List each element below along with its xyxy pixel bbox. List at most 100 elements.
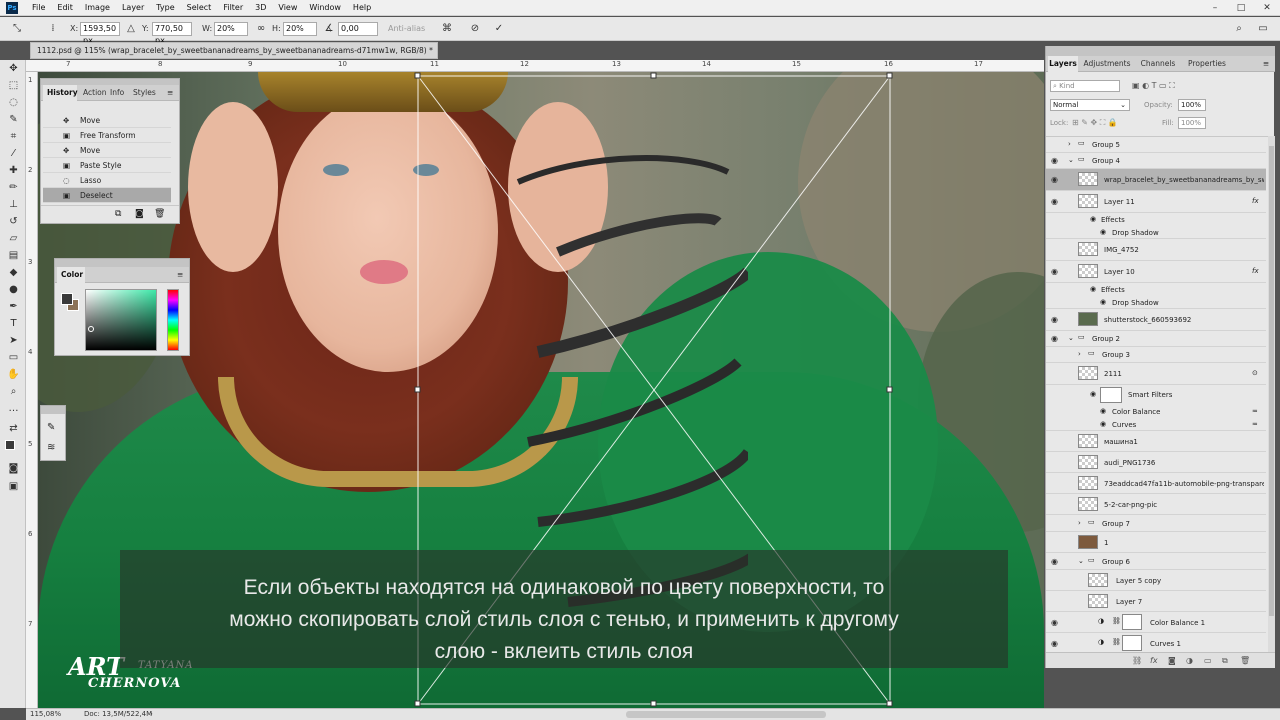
cancel-transform-icon[interactable]: ⊘: [468, 22, 482, 36]
menu-layer[interactable]: Layer: [116, 0, 150, 16]
quick-select-tool-icon[interactable]: ✎: [6, 113, 21, 127]
layer-row[interactable]: ◉ shutterstock_660593692: [1046, 309, 1266, 331]
adjustment-layer-icon[interactable]: ◑: [1186, 656, 1193, 665]
eye-icon[interactable]: ◉: [1051, 618, 1058, 627]
eye-icon[interactable]: ◉: [1051, 557, 1058, 566]
eye-icon[interactable]: ◉: [1051, 639, 1058, 648]
link-icon[interactable]: ∞: [254, 22, 268, 36]
snapshot-icon[interactable]: ◙: [135, 209, 144, 219]
brush-settings-icon[interactable]: ≋: [47, 442, 55, 453]
brush-icon[interactable]: ✎: [47, 422, 55, 433]
width-input[interactable]: 20%: [214, 22, 248, 36]
foreground-color-swatch[interactable]: [5, 440, 15, 450]
gradient-tool-icon[interactable]: ▤: [6, 249, 21, 263]
chevron-down-icon[interactable]: ⌄: [1078, 557, 1084, 565]
kind-filter[interactable]: ⌕ Kind: [1050, 80, 1120, 92]
layer-row[interactable]: ◉ ⌄ ▭ Group 6: [1046, 553, 1266, 570]
menu-type[interactable]: Type: [150, 0, 180, 16]
reference-point-icon[interactable]: ⁞: [46, 22, 60, 36]
layer-row[interactable]: IMG_4752: [1046, 239, 1266, 261]
history-brush-tool-icon[interactable]: ↺: [6, 215, 21, 229]
history-item[interactable]: ▣ Paste Style: [43, 158, 171, 173]
eye-icon[interactable]: ◉: [1100, 407, 1106, 415]
history-item[interactable]: ▣ Free Transform: [43, 128, 171, 143]
eye-icon[interactable]: ◉: [1051, 197, 1058, 206]
menu-filter[interactable]: Filter: [217, 0, 249, 16]
zoom-tool-icon[interactable]: ⌕: [6, 385, 21, 399]
lasso-tool-icon[interactable]: ◌: [6, 96, 21, 110]
eye-icon[interactable]: ◉: [1090, 390, 1096, 398]
search-icon[interactable]: ⌕: [1232, 22, 1246, 36]
new-group-icon[interactable]: ▭: [1204, 656, 1212, 665]
more-tools-icon[interactable]: …: [6, 402, 21, 416]
eye-icon[interactable]: ◉: [1100, 228, 1106, 236]
fx-badge[interactable]: fx: [1252, 197, 1259, 205]
layer-row[interactable]: ◉ Layer 11 fx: [1046, 191, 1266, 213]
blur-tool-icon[interactable]: ◆: [6, 266, 21, 280]
layer-row[interactable]: ◉ ◑ ⛓ Color Balance 1: [1046, 612, 1266, 633]
filter-icons[interactable]: ▣ ◐ T ▭ ⛶: [1132, 81, 1175, 91]
fill-input[interactable]: 100%: [1178, 117, 1206, 129]
clone-stamp-tool-icon[interactable]: ⊥: [6, 198, 21, 212]
lock-icons[interactable]: ⊞ ✎ ✥ ⛶ 🔒: [1072, 118, 1118, 128]
commit-transform-icon[interactable]: ✓: [492, 22, 506, 36]
effect-row[interactable]: ◉ Drop Shadow: [1046, 296, 1266, 309]
menu-3d[interactable]: 3D: [249, 0, 272, 16]
layer-row[interactable]: Layer 7: [1046, 591, 1266, 612]
tab-info[interactable]: Info: [110, 85, 130, 101]
effects-row[interactable]: ◉ Effects: [1046, 213, 1266, 226]
layer-row[interactable]: › ▭ Group 5: [1046, 137, 1266, 153]
menu-window[interactable]: Window: [303, 0, 347, 16]
eye-icon[interactable]: ◉: [1051, 334, 1058, 343]
brush-tool-icon[interactable]: ✏: [6, 181, 21, 195]
effects-row[interactable]: ◉ Effects: [1046, 283, 1266, 296]
layer-row[interactable]: ◉ Layer 10 fx: [1046, 261, 1266, 283]
layer-row[interactable]: 73eaddcad47fa11b-automobile-png-transpar…: [1046, 473, 1266, 494]
horizontal-scrollbar[interactable]: [626, 711, 826, 718]
chevron-right-icon[interactable]: ›: [1068, 140, 1071, 148]
hue-slider[interactable]: [167, 289, 179, 351]
chevron-down-icon[interactable]: ⌄: [1068, 334, 1074, 342]
blend-mode-select[interactable]: Normal ⌄: [1050, 99, 1130, 111]
filter-options-icon[interactable]: ≂: [1252, 407, 1258, 415]
link-layers-icon[interactable]: ⛓: [1132, 656, 1142, 665]
status-arrow-icon[interactable]: ›: [150, 709, 153, 720]
panel-menu-icon[interactable]: ≡: [1260, 56, 1272, 72]
chevron-right-icon[interactable]: ›: [1078, 350, 1081, 358]
maximize-icon[interactable]: □: [1228, 0, 1254, 16]
tab-styles[interactable]: Styles: [133, 85, 161, 101]
history-item[interactable]: ✥ Move: [43, 143, 171, 158]
menu-file[interactable]: File: [26, 0, 51, 16]
eraser-tool-icon[interactable]: ▱: [6, 232, 21, 246]
fx-icon[interactable]: fx: [1150, 656, 1158, 665]
move-tool-preset-icon[interactable]: ⤡: [10, 22, 24, 36]
layer-row[interactable]: › ▭ Group 7: [1046, 515, 1266, 532]
trash-icon[interactable]: 🗑: [154, 209, 165, 219]
eye-icon[interactable]: ◉: [1051, 175, 1058, 184]
layer-row[interactable]: ◉ ⌄ ▭ Group 2: [1046, 331, 1266, 347]
layer-row-selected[interactable]: ◉ wrap_bracelet_by_sweetbananadreams_by_…: [1046, 169, 1266, 191]
layer-row[interactable]: 2111 ⊙: [1046, 363, 1266, 385]
menu-image[interactable]: Image: [79, 0, 116, 16]
type-tool-icon[interactable]: T: [6, 317, 21, 331]
close-icon[interactable]: ✕: [1254, 0, 1280, 16]
smart-filter-icon[interactable]: ⊙: [1252, 369, 1258, 377]
trash-icon[interactable]: 🗑: [1240, 656, 1250, 665]
crop-tool-icon[interactable]: ⌗: [6, 130, 21, 144]
layer-row[interactable]: › ▭ Group 3: [1046, 347, 1266, 363]
dodge-tool-icon[interactable]: ●: [6, 283, 21, 297]
menu-select[interactable]: Select: [181, 0, 218, 16]
eyedropper-tool-icon[interactable]: ⁄: [6, 147, 21, 161]
eye-icon[interactable]: ◉: [1051, 267, 1058, 276]
swap-colors-icon[interactable]: ⇄: [6, 422, 21, 436]
foreground-color[interactable]: [61, 293, 73, 305]
eye-icon[interactable]: ◉: [1090, 215, 1096, 223]
workspace-icon[interactable]: ▭: [1256, 22, 1270, 36]
screen-mode-icon[interactable]: ▣: [6, 480, 21, 494]
quick-mask-icon[interactable]: ◙: [6, 462, 21, 476]
history-item-selected[interactable]: ▣ Deselect: [43, 188, 171, 203]
move-tool-icon[interactable]: ✥: [6, 62, 21, 76]
eye-icon[interactable]: ◉: [1051, 156, 1058, 165]
new-document-icon[interactable]: ⧉: [115, 209, 121, 219]
warp-icon[interactable]: ⌘: [440, 22, 454, 36]
